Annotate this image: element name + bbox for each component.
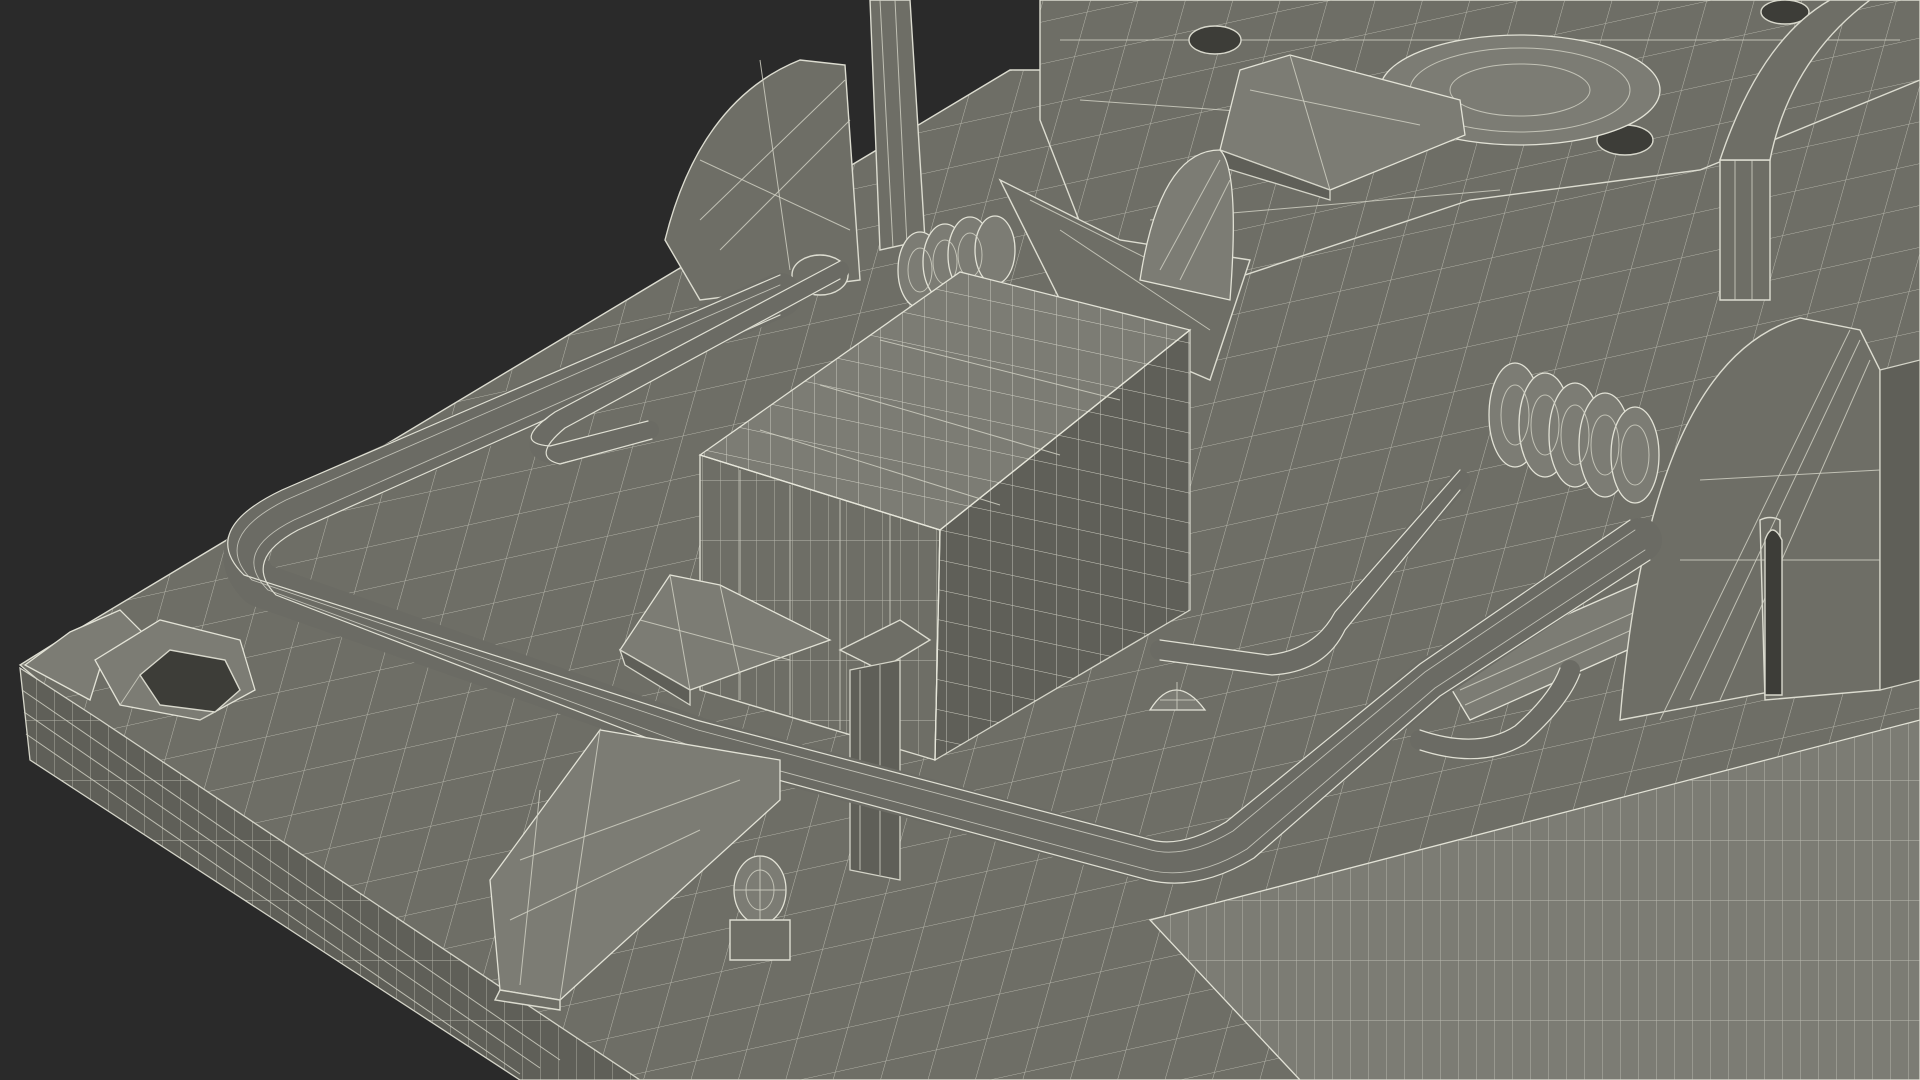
arm-hole-1: [1188, 25, 1242, 55]
left-post: [869, 0, 926, 251]
mousetrap-wireframe-render: [18, 0, 1920, 1080]
3d-viewport: [0, 0, 1920, 1080]
latch-pin: [729, 855, 791, 961]
